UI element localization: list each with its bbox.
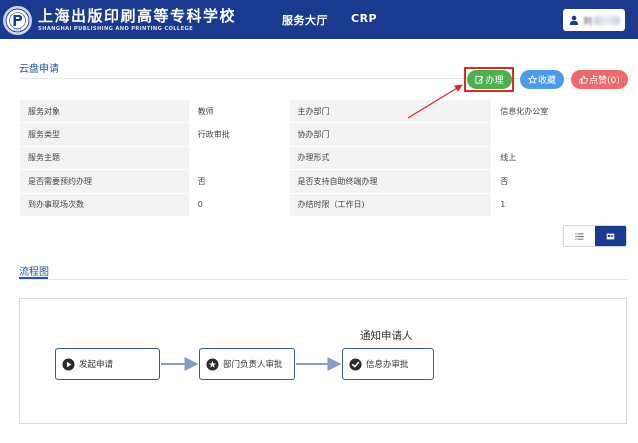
school-emblem-icon: 1953 — [3, 5, 32, 35]
star-icon — [206, 357, 219, 371]
school-logo[interactable]: 1953 上海出版印刷高等专科学校 SHANGHAI PUBLISHING AN… — [3, 4, 236, 36]
play-icon — [62, 357, 75, 371]
info-value: 信息化办公室 — [491, 98, 627, 124]
info-value: 行政审批 — [188, 122, 290, 147]
flow-node-info-office-approval[interactable]: 信息办审批 — [342, 348, 434, 380]
list-icon — [575, 232, 584, 240]
handle-button[interactable]: 办理 — [467, 70, 512, 89]
info-label: 服务类型 — [19, 122, 190, 147]
thumbs-up-icon — [579, 75, 588, 84]
favorite-button-label: 收藏 — [537, 76, 556, 86]
flow-node-label: 发起申请 — [79, 360, 114, 370]
info-value: 0 — [188, 192, 290, 217]
page-title: 云盘申请 — [19, 64, 59, 75]
user-name-blurred — [594, 15, 621, 25]
info-label: 是否需要预约办理 — [19, 169, 190, 194]
school-name-en: SHANGHAI PUBLISHING AND PRINTING COLLEGE — [38, 26, 193, 32]
top-header: 1953 上海出版印刷高等专科学校 SHANGHAI PUBLISHING AN… — [0, 0, 638, 39]
info-value — [188, 145, 290, 171]
table-row: 是否需要预约办理 否 是否支持自助终端办理 否 — [19, 169, 627, 194]
flow-node-start-application[interactable]: 发起申请 — [55, 348, 160, 380]
flow-node-dept-approval[interactable]: 部门负责人审批 — [199, 348, 295, 380]
info-label: 主办部门 — [288, 98, 493, 124]
info-label: 服务对象 — [19, 98, 190, 124]
table-row: 服务对象 教师 主办部门 信息化办公室 — [19, 98, 627, 124]
info-label: 办结时限（工作日) — [288, 192, 493, 217]
table-row: 到办事现场次数 0 办结时限（工作日) 1 — [19, 192, 627, 217]
view-toggle — [563, 225, 627, 247]
table-row: 服务主题 办理形式 线上 — [19, 145, 627, 171]
list-view-button[interactable] — [564, 226, 595, 246]
like-button[interactable]: 点赞(0) — [571, 70, 628, 89]
info-value: 线上 — [491, 145, 627, 171]
handle-button-label: 办理 — [485, 76, 504, 86]
info-label: 办理形式 — [288, 145, 493, 171]
user-menu-button[interactable]: 刘 — [563, 9, 625, 31]
card-icon — [606, 233, 615, 239]
info-label: 是否支持自助终端办理 — [288, 169, 493, 194]
service-info-table: 服务对象 教师 主办部门 信息化办公室 服务类型 行政审批 协办部门 服务主题 … — [19, 98, 627, 217]
info-label: 协办部门 — [288, 122, 493, 147]
info-value: 教师 — [188, 98, 290, 124]
tab-flowchart[interactable]: 流程图 — [19, 263, 49, 278]
info-label: 到办事现场次数 — [19, 192, 190, 217]
card-view-button[interactable] — [595, 226, 626, 246]
flow-node-label: 信息办审批 — [366, 360, 409, 370]
school-name-cn: 上海出版印刷高等专科学校 — [38, 7, 237, 25]
info-value: 否 — [188, 169, 290, 194]
user-icon — [569, 15, 579, 25]
star-outline-icon — [527, 75, 537, 84]
edit-icon — [475, 75, 484, 84]
info-value: 1 — [491, 192, 627, 217]
info-label: 服务主题 — [19, 145, 190, 171]
flow-divider — [19, 279, 627, 280]
flow-node-label: 部门负责人审批 — [223, 360, 283, 370]
svg-text:1953: 1953 — [14, 27, 22, 31]
like-button-label: 点赞(0) — [589, 76, 620, 86]
nav-service-hall[interactable]: 服务大厅 — [282, 12, 328, 28]
favorite-button[interactable]: 收藏 — [520, 70, 564, 89]
info-value — [491, 122, 627, 147]
check-icon — [349, 357, 362, 371]
user-name: 刘 — [583, 16, 593, 27]
table-row: 服务类型 行政审批 协办部门 — [19, 122, 627, 147]
info-value: 否 — [491, 169, 627, 194]
notify-applicant-label: 通知申请人 — [360, 330, 413, 342]
nav-crp[interactable]: CRP — [351, 12, 377, 25]
